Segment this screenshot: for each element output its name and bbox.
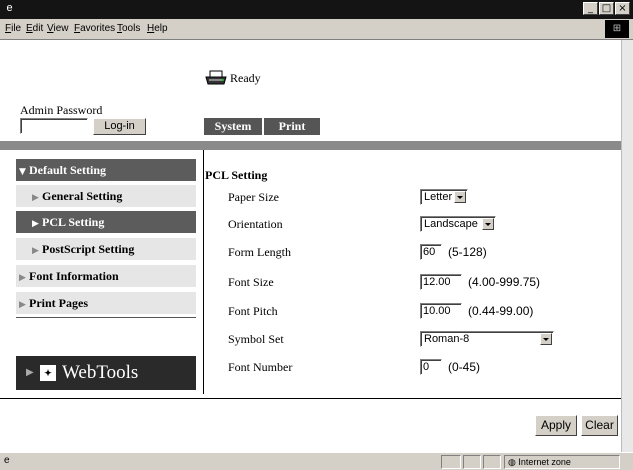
triangle-down-icon: ▼	[19, 167, 26, 177]
section-title: PCL Setting	[205, 168, 268, 182]
menu-bar: File Edit View Favorites Tools Help ⊞	[0, 19, 633, 40]
nav-print-pages[interactable]: ▶ Print Pages	[16, 292, 196, 314]
status-cell	[463, 455, 481, 469]
globe-icon: ◍	[508, 457, 516, 467]
webtools-label: WebTools	[62, 362, 139, 383]
font-number-label: Font Number	[228, 360, 293, 374]
window-controls: _ □ ×	[583, 2, 630, 15]
admin-password-label: Admin Password	[20, 103, 103, 117]
form-length-input[interactable]: 60	[420, 244, 442, 260]
status-bar: e ◍ Internet zone	[0, 452, 633, 470]
font-pitch-label: Font Pitch	[228, 304, 278, 318]
paper-size-value: Letter	[424, 191, 453, 203]
font-pitch-range: (0.44-99.00)	[468, 304, 534, 318]
vertical-scrollbar[interactable]	[621, 40, 633, 452]
font-number-input[interactable]: 0	[420, 359, 442, 375]
triangle-right-icon: ▶	[26, 367, 34, 378]
triangle-right-icon: ▶	[19, 300, 26, 310]
menu-tools[interactable]: Tools	[117, 23, 140, 34]
paper-size-label: Paper Size	[228, 190, 279, 204]
login-button[interactable]: Log-in	[93, 118, 146, 135]
tab-print[interactable]: Print	[264, 118, 320, 135]
footer-divider	[0, 398, 621, 399]
nav-label: PCL Setting	[42, 215, 105, 229]
dropdown-arrow-icon	[482, 218, 494, 230]
dropdown-arrow-icon	[540, 333, 552, 345]
dropdown-arrow-icon	[454, 191, 466, 203]
form-length-label: Form Length	[228, 245, 291, 259]
nav-divider	[16, 317, 196, 318]
menu-help[interactable]: Help	[147, 23, 168, 34]
font-pitch-input[interactable]: 10.00	[420, 303, 462, 319]
paper-size-select[interactable]: Letter	[420, 189, 468, 205]
symbol-set-label: Symbol Set	[228, 332, 284, 346]
maximize-button[interactable]: □	[599, 2, 614, 15]
zone-label: Internet zone	[518, 457, 571, 467]
symbol-set-select[interactable]: Roman-8	[420, 331, 554, 347]
font-number-range: (0-45)	[448, 360, 481, 374]
zone-indicator: ◍ Internet zone	[504, 455, 620, 469]
font-size-input[interactable]: 12.00	[420, 274, 462, 290]
orientation-label: Orientation	[228, 217, 283, 231]
webtools-logo-icon: ✦	[40, 365, 56, 381]
nav-label: Default Setting	[29, 163, 106, 177]
triangle-right-icon: ▶	[32, 246, 39, 256]
browser-window: e _ □ × File Edit View Favorites Tools H…	[0, 0, 633, 470]
nav-label: General Setting	[42, 189, 123, 203]
ready-text: Ready	[230, 70, 261, 85]
symbol-set-value: Roman-8	[424, 333, 470, 345]
nav-postscript-setting[interactable]: ▶ PostScript Setting	[16, 238, 196, 260]
nav-label: Font Information	[29, 269, 119, 283]
nav-font-information[interactable]: ▶ Font Information	[16, 265, 196, 287]
triangle-right-icon: ▶	[32, 219, 39, 229]
nav-pcl-setting[interactable]: ▶ PCL Setting	[16, 211, 196, 233]
header-divider-bar	[0, 141, 621, 150]
triangle-right-icon: ▶	[19, 273, 26, 283]
clear-button[interactable]: Clear	[581, 415, 618, 436]
ie-icon: e	[6, 2, 13, 14]
page-icon: e	[4, 455, 10, 466]
status-cell	[441, 455, 461, 469]
nav-label: Print Pages	[29, 296, 88, 310]
webtools-banner[interactable]: ▶ ✦ WebTools	[16, 356, 196, 390]
status-cell	[483, 455, 501, 469]
nav-general-setting[interactable]: ▶ General Setting	[16, 185, 196, 207]
tab-system[interactable]: System	[204, 118, 262, 135]
form-length-range: (5-128)	[448, 245, 487, 259]
printer-icon	[205, 70, 227, 85]
menu-favorites[interactable]: Favorites	[74, 23, 115, 34]
admin-password-input[interactable]	[20, 118, 88, 134]
minimize-button[interactable]: _	[583, 2, 598, 15]
menu-file[interactable]: File	[5, 23, 21, 34]
title-bar: e _ □ ×	[0, 0, 633, 19]
apply-button[interactable]: Apply	[535, 415, 577, 436]
printer-status: Ready	[205, 70, 261, 86]
menu-edit[interactable]: Edit	[26, 23, 43, 34]
font-size-label: Font Size	[228, 275, 274, 289]
font-size-range: (4.00-999.75)	[468, 275, 541, 289]
triangle-right-icon: ▶	[32, 193, 39, 203]
windows-logo-icon: ⊞	[605, 20, 629, 38]
orientation-value: Landscape	[424, 218, 478, 230]
nav-default-setting[interactable]: ▼ Default Setting	[16, 159, 196, 181]
orientation-select[interactable]: Landscape	[420, 216, 496, 232]
menu-view[interactable]: View	[47, 23, 69, 34]
close-button[interactable]: ×	[615, 2, 630, 15]
nav-label: PostScript Setting	[42, 242, 135, 256]
